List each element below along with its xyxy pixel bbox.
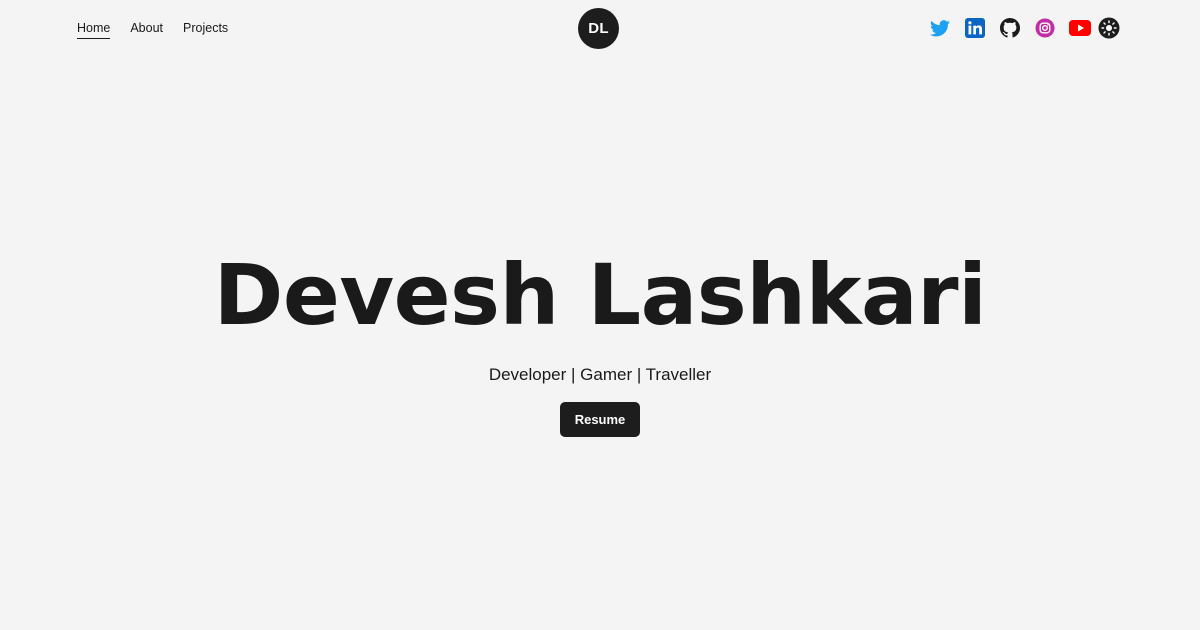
- hero-tagline: Developer | Gamer | Traveller: [488, 365, 712, 384]
- social-links: [929, 17, 1120, 39]
- hero-name: Devesh Lashkari: [213, 246, 987, 344]
- youtube-icon[interactable]: [1069, 17, 1091, 39]
- twitter-icon[interactable]: [929, 17, 951, 39]
- nav-link-projects[interactable]: Projects: [183, 19, 228, 39]
- nav-links: Home About Projects: [77, 19, 228, 39]
- page: Home About Projects DL Devesh Lashkari D…: [0, 0, 1200, 630]
- nav-link-home[interactable]: Home: [77, 19, 111, 39]
- logo-avatar[interactable]: DL: [578, 8, 619, 49]
- theme-toggle-icon[interactable]: [1098, 17, 1120, 39]
- github-icon[interactable]: [999, 17, 1021, 39]
- resume-button[interactable]: Resume: [560, 402, 640, 437]
- linkedin-icon[interactable]: [964, 17, 986, 39]
- instagram-icon[interactable]: [1034, 17, 1056, 39]
- nav-link-about[interactable]: About: [130, 19, 163, 39]
- logo-initials: DL: [588, 20, 609, 37]
- top-nav: Home About Projects DL: [0, 0, 1200, 56]
- hero-section: Devesh Lashkari Developer | Gamer | Trav…: [0, 240, 1200, 437]
